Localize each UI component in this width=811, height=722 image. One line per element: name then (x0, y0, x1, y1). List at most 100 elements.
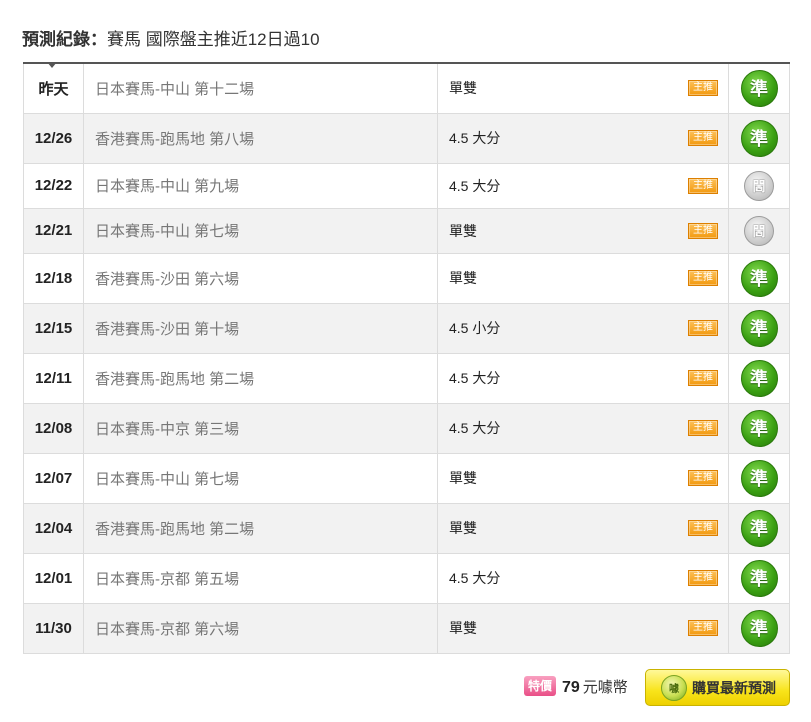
record-pick: 單雙 (449, 222, 477, 239)
main-pick-badge: 主推 (688, 570, 718, 586)
record-event: 香港賽馬-跑馬地 第二場 (83, 502, 438, 554)
main-pick-badge: 主推 (688, 130, 718, 146)
record-row: 11/30 日本賽馬-京都 第六場 單雙 主推 準 (23, 602, 790, 654)
hit-badge-icon: 準 (740, 509, 778, 547)
record-pick-cell: 單雙 主推 (437, 602, 729, 654)
hit-badge-icon: 準 (740, 359, 778, 397)
main-pick-badge: 主推 (688, 320, 718, 336)
record-row: 12/21 日本賽馬-中山 第七場 單雙 主推 閪 (23, 207, 790, 254)
record-date: 12/07 (23, 452, 84, 504)
record-event: 日本賽馬-中京 第三場 (83, 402, 438, 454)
record-date: 昨天 (23, 62, 84, 114)
hit-badge-icon: 準 (740, 119, 778, 157)
hit-badge-icon: 準 (740, 609, 778, 647)
record-pick-cell: 4.5 大分 主推 (437, 352, 729, 404)
hit-badge-icon: 準 (740, 69, 778, 107)
record-pick-cell: 4.5 大分 主推 (437, 552, 729, 604)
price-amount: 79 (562, 679, 580, 696)
record-row: 12/22 日本賽馬-中山 第九場 4.5 大分 主推 閪 (23, 162, 790, 209)
miss-badge-icon: 閪 (744, 215, 774, 246)
record-row: 12/08 日本賽馬-中京 第三場 4.5 大分 主推 準 (23, 402, 790, 454)
page-title-label: 預測紀錄： (22, 30, 107, 49)
prediction-record-table: 昨天 日本賽馬-中山 第十二場 單雙 主推 準 12/26 香港賽馬-跑馬地 第… (23, 62, 790, 654)
record-pick: 單雙 (449, 80, 477, 97)
main-pick-badge: 主推 (688, 470, 718, 486)
record-pick-cell: 單雙 主推 (437, 252, 729, 304)
record-row: 昨天 日本賽馬-中山 第十二場 單雙 主推 準 (23, 62, 790, 114)
record-event: 日本賽馬-中山 第七場 (83, 207, 438, 254)
hit-badge-icon: 準 (740, 259, 778, 297)
price-unit: 元噱幣 (582, 679, 628, 696)
hit-badge-icon: 準 (740, 559, 778, 597)
buy-latest-prediction-button[interactable]: 噱 購買最新預測 (645, 669, 790, 706)
record-pick: 4.5 大分 (449, 177, 501, 194)
record-event: 日本賽馬-中山 第十二場 (83, 62, 438, 114)
hit-badge-icon: 準 (740, 409, 778, 447)
record-pick: 單雙 (449, 520, 477, 536)
record-pick-cell: 4.5 大分 主推 (437, 112, 729, 164)
record-pick-cell: 4.5 大分 主推 (437, 162, 729, 209)
record-date: 12/04 (23, 502, 84, 554)
miss-badge-icon: 閪 (744, 170, 774, 201)
main-pick-badge: 主推 (688, 270, 718, 286)
coin-icon: 噱 (661, 674, 687, 701)
record-pick: 4.5 大分 (449, 420, 501, 436)
record-event: 日本賽馬-京都 第五場 (83, 552, 438, 604)
main-pick-badge: 主推 (688, 80, 718, 97)
record-date: 12/21 (23, 207, 84, 254)
buy-latest-prediction-label: 購買最新預測 (692, 679, 776, 696)
record-row: 12/07 日本賽馬-中山 第七場 單雙 主推 準 (23, 452, 790, 504)
record-event: 日本賽馬-中山 第七場 (83, 452, 438, 504)
record-event: 香港賽馬-跑馬地 第二場 (83, 352, 438, 404)
record-date: 12/22 (23, 162, 84, 209)
record-result-cell: 閪 (728, 162, 790, 209)
record-event: 日本賽馬-京都 第六場 (83, 602, 438, 654)
record-pick-cell: 單雙 主推 (437, 207, 729, 254)
record-result-cell: 準 (728, 252, 790, 304)
record-pick-cell: 單雙 主推 (437, 502, 729, 554)
record-pick: 單雙 (449, 270, 477, 286)
record-row: 12/04 香港賽馬-跑馬地 第二場 單雙 主推 準 (23, 502, 790, 554)
record-result-cell: 準 (728, 452, 790, 504)
main-pick-badge: 主推 (688, 520, 718, 536)
main-pick-badge: 主推 (688, 620, 718, 636)
record-result-cell: 準 (728, 552, 790, 604)
main-pick-badge: 主推 (688, 420, 718, 436)
hit-badge-icon: 準 (740, 459, 778, 497)
record-pick-cell: 4.5 小分 主推 (437, 302, 729, 354)
record-pick: 4.5 大分 (449, 370, 501, 386)
record-result-cell: 準 (728, 62, 790, 114)
record-result-cell: 準 (728, 402, 790, 454)
main-pick-badge: 主推 (688, 177, 718, 194)
record-result-cell: 準 (728, 352, 790, 404)
record-row: 12/01 日本賽馬-京都 第五場 4.5 大分 主推 準 (23, 552, 790, 604)
record-date: 12/11 (23, 352, 84, 404)
prediction-record-rows: 昨天 日本賽馬-中山 第十二場 單雙 主推 準 12/26 香港賽馬-跑馬地 第… (23, 62, 790, 654)
record-result-cell: 準 (728, 302, 790, 354)
main-pick-badge: 主推 (688, 370, 718, 386)
record-row: 12/18 香港賽馬-沙田 第六場 單雙 主推 準 (23, 252, 790, 304)
record-pick: 單雙 (449, 620, 477, 636)
hit-badge-icon: 準 (740, 309, 778, 347)
record-pick: 4.5 大分 (449, 130, 501, 146)
page-title-summary: 賽馬 國際盤主推近12日過10 (107, 30, 320, 49)
page-title: 預測紀錄：賽馬 國際盤主推近12日過10 (22, 30, 320, 50)
record-row: 12/26 香港賽馬-跑馬地 第八場 4.5 大分 主推 準 (23, 112, 790, 164)
record-pick: 4.5 小分 (449, 320, 501, 336)
record-result-cell: 準 (728, 112, 790, 164)
record-date: 12/18 (23, 252, 84, 304)
record-pick-cell: 單雙 主推 (437, 62, 729, 114)
record-result-cell: 準 (728, 502, 790, 554)
price: 79 元噱幣 (562, 678, 628, 698)
record-pick: 4.5 大分 (449, 570, 501, 586)
record-date: 12/15 (23, 302, 84, 354)
main-pick-badge: 主推 (688, 222, 718, 239)
record-pick: 單雙 (449, 470, 477, 486)
record-row: 12/15 香港賽馬-沙田 第十場 4.5 小分 主推 準 (23, 302, 790, 354)
record-row: 12/11 香港賽馬-跑馬地 第二場 4.5 大分 主推 準 (23, 352, 790, 404)
record-event: 香港賽馬-跑馬地 第八場 (83, 112, 438, 164)
record-pick-cell: 單雙 主推 (437, 452, 729, 504)
record-date: 11/30 (23, 602, 84, 654)
record-date: 12/08 (23, 402, 84, 454)
record-date: 12/26 (23, 112, 84, 164)
